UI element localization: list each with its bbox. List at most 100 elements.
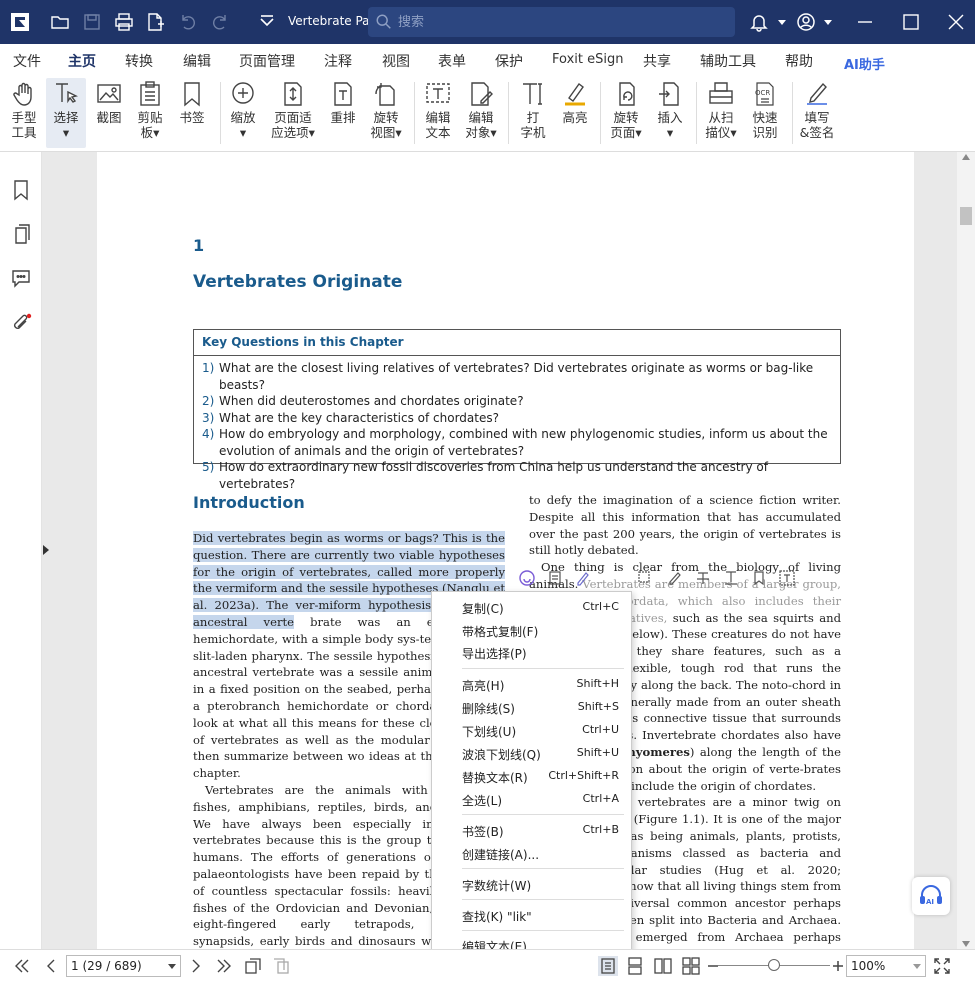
undo-icon[interactable] — [176, 10, 200, 34]
page-number-select[interactable]: 1 (29 / 689) — [66, 955, 181, 977]
previous-view-icon[interactable] — [243, 956, 263, 976]
new-document-icon[interactable] — [143, 10, 167, 34]
hand-tool-button[interactable]: 手型 工具 — [6, 78, 42, 148]
next-view-icon[interactable] — [271, 956, 291, 976]
ai-assistant-float-button[interactable]: AI — [912, 877, 950, 915]
zoom-out-icon[interactable] — [703, 956, 723, 976]
zoom-button[interactable]: 缩放 ▾ — [226, 78, 260, 148]
vertical-scrollbar[interactable] — [957, 152, 975, 949]
scroll-up-arrow-icon[interactable] — [962, 154, 970, 160]
menu-item-strikethrough[interactable]: 删除线(S) Shift+S — [432, 697, 631, 717]
zoom-slider-knob[interactable] — [768, 959, 780, 971]
scrollbar-thumb[interactable] — [960, 207, 972, 225]
search-input[interactable] — [398, 12, 718, 32]
account-chevron-down-icon[interactable] — [816, 10, 840, 34]
underline-icon[interactable] — [722, 569, 740, 587]
comments-panel-icon[interactable] — [9, 266, 33, 290]
scroll-down-arrow-icon[interactable] — [962, 941, 970, 947]
single-page-view-icon[interactable] — [598, 956, 618, 976]
menu-item-export-selection[interactable]: 导出选择(P) — [432, 642, 631, 662]
clipboard-button[interactable]: 剪贴 板▾ — [132, 78, 168, 148]
save-icon[interactable] — [80, 10, 104, 34]
highlight-pen-icon[interactable] — [666, 569, 684, 587]
tab-comment[interactable]: 注释 — [324, 51, 352, 71]
pen-icon[interactable] — [574, 569, 592, 587]
facing-view-icon[interactable] — [653, 956, 673, 976]
close-icon[interactable] — [944, 10, 968, 34]
pages-panel-icon[interactable] — [9, 222, 33, 246]
menu-item-create-link[interactable]: 创建链接(A)... — [432, 843, 631, 863]
menu-item-word-count[interactable]: 字数统计(W) — [432, 874, 631, 894]
maximize-icon[interactable] — [899, 10, 923, 34]
quick-ocr-button[interactable]: OCR 快速 识别 — [746, 78, 784, 148]
list-item: 3) What are the key characteristics of ch… — [202, 410, 499, 425]
tab-protect[interactable]: 保护 — [495, 51, 523, 71]
chevron-down-icon — [168, 964, 176, 969]
select-tool-button[interactable]: 选择 ▾ — [46, 78, 86, 148]
chevron-down-icon[interactable] — [770, 10, 794, 34]
menu-item-bookmark[interactable]: 书签(B) Ctrl+B — [432, 820, 631, 840]
menu-item-copy[interactable]: 复制(C) Ctrl+C — [432, 597, 631, 617]
zoom-in-icon[interactable] — [828, 956, 848, 976]
snapshot-button[interactable]: 截图 — [91, 78, 127, 148]
tab-view[interactable]: 视图 — [382, 51, 410, 71]
edit-text-button[interactable]: 编辑 文本 — [420, 78, 456, 148]
fill-sign-button[interactable]: 填写 &签名 — [797, 78, 837, 148]
selection-mini-toolbar — [516, 567, 798, 591]
user-account-icon[interactable] — [794, 10, 818, 34]
bookmark-button[interactable]: 书签 — [174, 78, 210, 148]
tab-home[interactable]: 主页 — [68, 51, 96, 77]
notification-bell-icon[interactable] — [747, 10, 771, 34]
ai-smile-icon[interactable] — [518, 569, 536, 587]
menu-item-underline[interactable]: 下划线(U) Ctrl+U — [432, 720, 631, 740]
first-page-icon[interactable] — [12, 956, 32, 976]
panel-expand-arrow-icon[interactable] — [43, 545, 49, 555]
minimize-icon[interactable] — [853, 10, 877, 34]
tab-convert[interactable]: 转换 — [125, 51, 153, 71]
reflow-button[interactable]: 重排 — [326, 78, 360, 148]
attachments-panel-icon[interactable] — [9, 312, 33, 336]
rotate-page-button[interactable]: 旋转 页面▾ — [606, 78, 646, 148]
tab-page-management[interactable]: 页面管理 — [239, 51, 295, 71]
edit-object-button[interactable]: 编辑 对象▾ — [461, 78, 501, 148]
rotate-view-button[interactable]: 旋转 视图▾ — [366, 78, 406, 148]
next-page-icon[interactable] — [186, 956, 206, 976]
fit-page-options-button[interactable]: 页面适 应选项▾ — [266, 78, 320, 148]
menu-item-copy-with-format[interactable]: 带格式复制(F) — [432, 620, 631, 640]
from-scanner-button[interactable]: 从扫 描仪▾ — [701, 78, 741, 148]
zoom-level-select[interactable]: 100% — [846, 955, 926, 977]
quick-access-dropdown-icon[interactable] — [255, 10, 279, 34]
print-icon[interactable] — [112, 10, 136, 34]
insert-page-button[interactable]: 插入 ▾ — [652, 78, 688, 148]
fullscreen-icon[interactable] — [932, 956, 952, 976]
tab-ai-assistant[interactable]: AI助手 — [844, 54, 885, 73]
menu-item-replace-text[interactable]: 替换文本(R) Ctrl+Shift+R — [432, 766, 631, 786]
menu-divider — [462, 930, 624, 931]
highlight-button[interactable]: 高亮 — [557, 78, 593, 148]
strikethrough-icon[interactable] — [694, 569, 712, 587]
search-box[interactable] — [368, 7, 735, 37]
tab-help[interactable]: 帮助 — [785, 51, 813, 71]
continuous-facing-view-icon[interactable] — [681, 956, 701, 976]
menu-item-squiggly-underline[interactable]: 波浪下划线(Q) Shift+U — [432, 743, 631, 763]
menu-item-find[interactable]: 查找(K) "lik" — [432, 905, 631, 925]
typewriter-button[interactable]: 打 字机 — [515, 78, 551, 148]
tab-foxit-esign[interactable]: Foxit eSign — [552, 52, 623, 67]
tab-form[interactable]: 表单 — [438, 51, 466, 71]
menu-item-select-all[interactable]: 全选(L) Ctrl+A — [432, 789, 631, 809]
select-box-icon[interactable] — [636, 569, 654, 587]
previous-page-icon[interactable] — [41, 956, 61, 976]
edit-text-small-icon[interactable] — [778, 569, 796, 587]
copy-icon[interactable] — [546, 569, 564, 587]
tab-share[interactable]: 共享 — [643, 51, 671, 71]
tab-file[interactable]: 文件 — [13, 51, 41, 71]
redo-icon[interactable] — [208, 10, 232, 34]
open-folder-icon[interactable] — [48, 10, 72, 34]
tab-edit[interactable]: 编辑 — [183, 51, 211, 71]
tab-accessibility[interactable]: 辅助工具 — [700, 51, 756, 71]
last-page-icon[interactable] — [214, 956, 234, 976]
bookmark-small-icon[interactable] — [750, 569, 768, 587]
bookmarks-panel-icon[interactable] — [9, 178, 33, 202]
continuous-view-icon[interactable] — [625, 956, 645, 976]
menu-item-highlight[interactable]: 高亮(H) Shift+H — [432, 674, 631, 694]
